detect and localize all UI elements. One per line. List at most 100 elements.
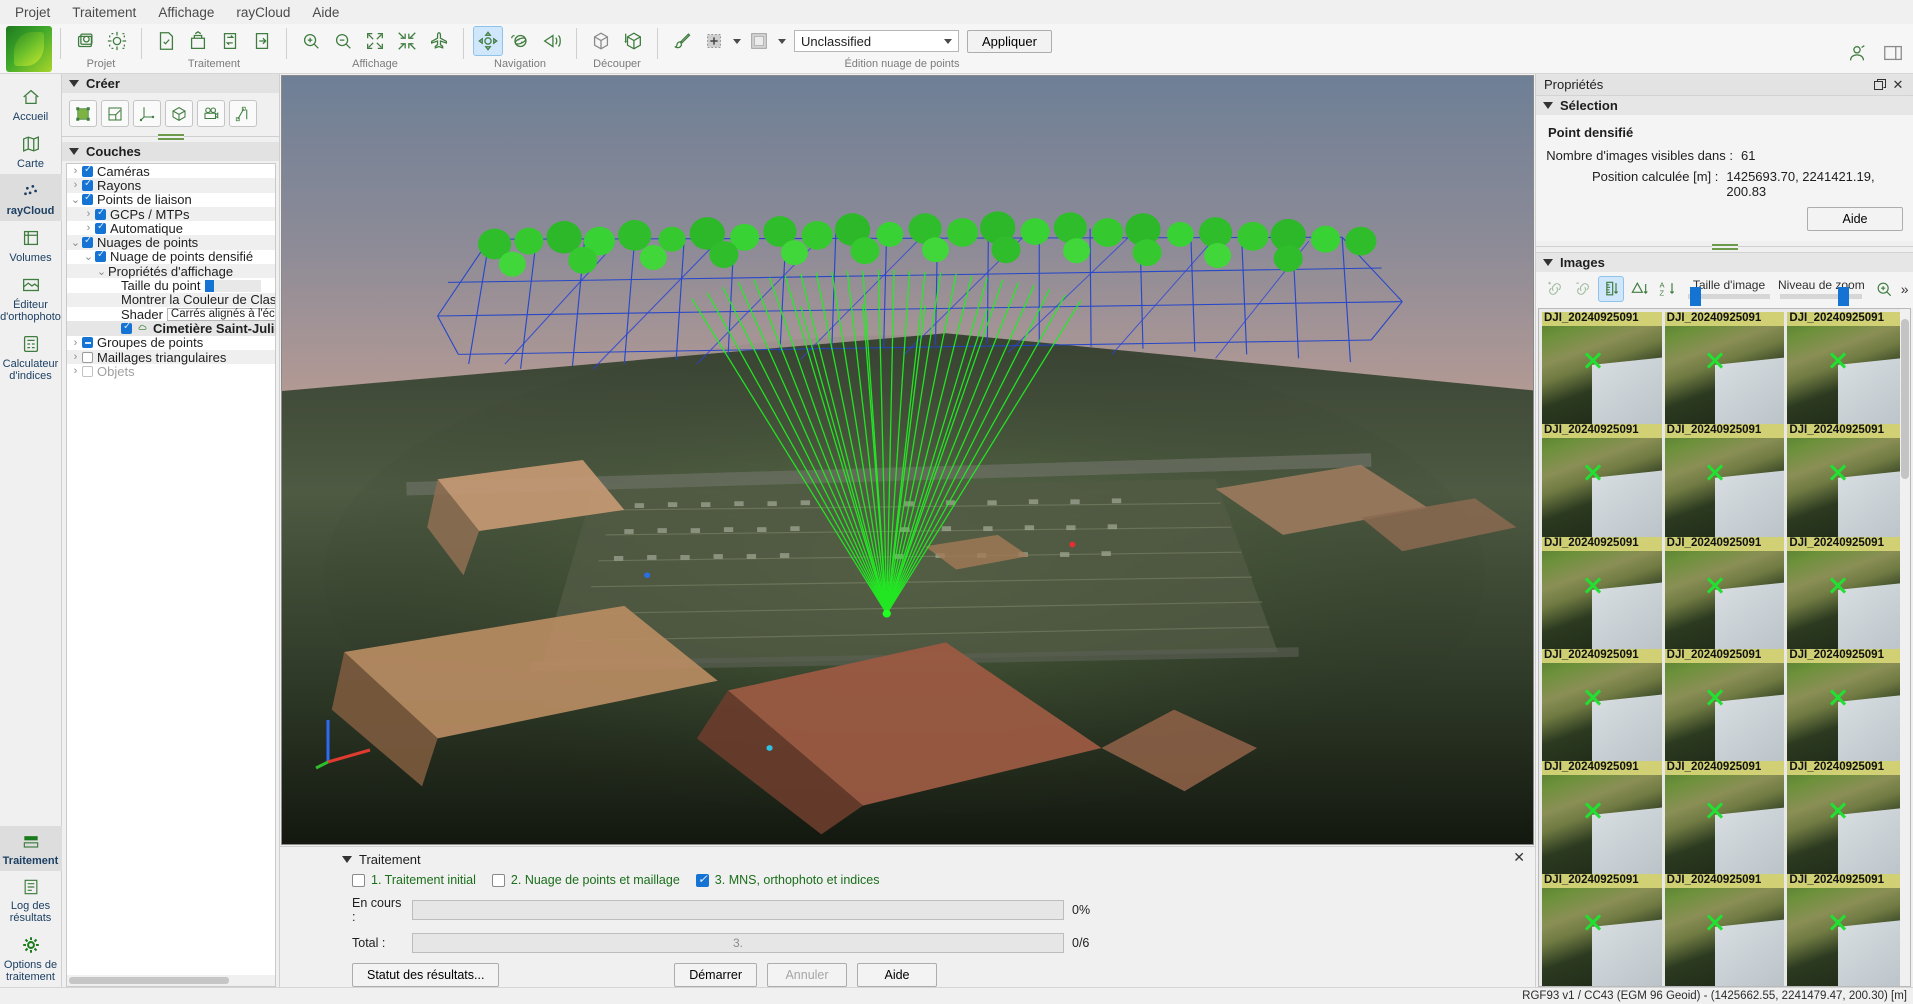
paint-brush-icon[interactable]: [667, 26, 697, 56]
layer-checkbox[interactable]: [95, 207, 106, 220]
image-thumbnail[interactable]: DJI_20240925091: [1664, 761, 1785, 874]
clip-box-icon[interactable]: [586, 26, 616, 56]
layer-row[interactable]: › Groupes de points: [67, 335, 275, 350]
thumbnails-scrollbar[interactable]: [1900, 308, 1910, 986]
rail-item-carte[interactable]: Carte: [0, 127, 62, 174]
overflow-icon[interactable]: »: [1899, 281, 1909, 297]
fit-expand-icon[interactable]: [360, 26, 390, 56]
classification-combo[interactable]: Unclassified: [794, 30, 959, 52]
link-add-icon[interactable]: [1542, 276, 1568, 302]
layer-checkbox[interactable]: [95, 249, 106, 263]
select-rect-icon[interactable]: [744, 26, 774, 56]
image-thumbnail[interactable]: DJI_20240925091: [1542, 311, 1662, 425]
select-add-dropdown[interactable]: [730, 27, 743, 55]
layer-row[interactable]: ShaderCarrés alignés à l'écran: [67, 307, 275, 322]
clip-apply-icon[interactable]: [618, 26, 648, 56]
select-rect-dropdown[interactable]: [775, 27, 788, 55]
new-region-icon[interactable]: [69, 100, 97, 127]
link-remove-icon[interactable]: [1570, 276, 1596, 302]
images-header[interactable]: Images: [1536, 252, 1913, 272]
menu-item-affichage[interactable]: Affichage: [147, 2, 225, 23]
rail-item-traitement[interactable]: Traitement: [0, 826, 62, 871]
zoom-in-icon[interactable]: [296, 26, 326, 56]
layer-row[interactable]: Montrer la Couleur de Classe: [67, 292, 275, 307]
layers-tree-hscrollbar[interactable]: [67, 975, 275, 986]
sort-triangle-icon[interactable]: [1626, 276, 1652, 302]
chevron-down-icon[interactable]: ⌄: [69, 193, 82, 206]
new-video-icon[interactable]: [197, 100, 225, 127]
magnifier-icon[interactable]: [1871, 276, 1897, 302]
checkbox[interactable]: [352, 873, 365, 887]
layer-checkbox[interactable]: [82, 164, 93, 177]
results-status-button[interactable]: Statut des résultats...: [352, 963, 500, 987]
sort-ruler-icon[interactable]: [1598, 275, 1624, 302]
image-thumbnail[interactable]: DJI_20240925091: [1542, 536, 1662, 650]
apply-button[interactable]: Appliquer: [967, 29, 1052, 53]
layer-checkbox[interactable]: [82, 365, 93, 377]
image-thumbnail[interactable]: DJI_20240925091: [1787, 311, 1907, 425]
zoom-out-icon[interactable]: [328, 26, 358, 56]
properties-splitter[interactable]: [1536, 241, 1913, 252]
checkbox[interactable]: [491, 873, 505, 887]
process-doc-icon[interactable]: [151, 26, 181, 56]
menu-item-raycloud[interactable]: rayCloud: [225, 2, 301, 23]
cameras-icon[interactable]: [70, 26, 100, 56]
rail-item-editeur-orthophoto[interactable]: Éditeur d'orthophoto: [0, 268, 62, 327]
layer-row[interactable]: › Maillages triangulaires: [67, 350, 275, 365]
image-thumbnail[interactable]: DJI_20240925091: [1664, 873, 1785, 986]
selection-help-button[interactable]: Aide: [1807, 207, 1903, 232]
selection-header[interactable]: Sélection: [1536, 95, 1913, 116]
3d-viewport[interactable]: [281, 75, 1534, 845]
process-reload-icon[interactable]: [215, 26, 245, 56]
close-icon[interactable]: ✕: [1889, 76, 1907, 94]
chevron-right-icon[interactable]: ›: [82, 222, 95, 234]
layer-checkbox[interactable]: [95, 221, 106, 234]
image-thumbnail[interactable]: DJI_20240925091: [1664, 648, 1785, 762]
menu-item-projet[interactable]: Projet: [4, 2, 61, 23]
image-thumbnail[interactable]: DJI_20240925091: [1664, 536, 1785, 650]
layer-row[interactable]: › GCPs / MTPs: [67, 207, 275, 222]
layer-row[interactable]: › Automatique: [67, 221, 275, 236]
chevron-right-icon[interactable]: ›: [69, 337, 82, 349]
chevron-down-icon[interactable]: ⌄: [82, 250, 95, 263]
undock-icon[interactable]: [1871, 76, 1889, 94]
chevron-down-icon[interactable]: ⌄: [69, 236, 82, 249]
dock-splitter[interactable]: [62, 131, 279, 142]
layer-checkbox[interactable]: [82, 337, 93, 349]
image-thumbnail[interactable]: DJI_20240925091: [1542, 761, 1662, 874]
chevron-right-icon[interactable]: ›: [82, 208, 95, 220]
layer-row[interactable]: › Rayons: [67, 178, 275, 193]
start-button[interactable]: Démarrer: [674, 963, 757, 987]
image-thumbnail[interactable]: DJI_20240925091: [1664, 424, 1785, 537]
layer-row[interactable]: ⌄ Propriétés d'affichage: [67, 264, 275, 279]
rail-item-options-traitement[interactable]: Options de traitement: [0, 928, 62, 987]
select-add-icon[interactable]: [699, 26, 729, 56]
layers-tree[interactable]: ›Caméras›Rayons⌄Points de liaison›GCPs /…: [66, 163, 276, 987]
new-scale-constraint-icon[interactable]: [133, 100, 161, 127]
processing-step-2[interactable]: 2. Nuage de points et maillage: [491, 873, 680, 887]
plane-icon[interactable]: [424, 26, 454, 56]
image-thumbnail[interactable]: DJI_20240925091: [1542, 648, 1662, 762]
image-thumbnail[interactable]: DJI_20240925091: [1787, 536, 1907, 650]
scrollbar-thumb[interactable]: [69, 977, 229, 984]
layer-checkbox[interactable]: [82, 351, 93, 363]
layer-row[interactable]: › Objets: [67, 364, 275, 379]
chevron-right-icon[interactable]: ›: [69, 351, 82, 363]
layer-row[interactable]: ⌄ Nuages de points: [67, 235, 275, 250]
layer-row[interactable]: Taille du point: [67, 278, 275, 293]
user-account-icon[interactable]: [1845, 42, 1869, 67]
process-export-icon[interactable]: [247, 26, 277, 56]
image-thumbnail[interactable]: DJI_20240925091: [1787, 873, 1907, 986]
new-surface-icon[interactable]: [101, 100, 129, 127]
pan-orbit-icon[interactable]: [473, 26, 503, 56]
image-size-slider[interactable]: [1688, 287, 1770, 307]
rotate-globe-icon[interactable]: [505, 26, 535, 56]
point-size-slider[interactable]: [204, 279, 261, 292]
chevron-down-icon[interactable]: ⌄: [95, 265, 108, 278]
processing-step-3[interactable]: 3. MNS, orthophoto et indices: [695, 872, 879, 887]
process-box-icon[interactable]: [183, 26, 213, 56]
image-thumbnail[interactable]: DJI_20240925091: [1542, 424, 1662, 537]
layer-checkbox[interactable]: [82, 192, 93, 206]
image-thumbnail[interactable]: DJI_20240925091: [1542, 873, 1662, 986]
image-thumbnail[interactable]: DJI_20240925091: [1787, 648, 1907, 762]
